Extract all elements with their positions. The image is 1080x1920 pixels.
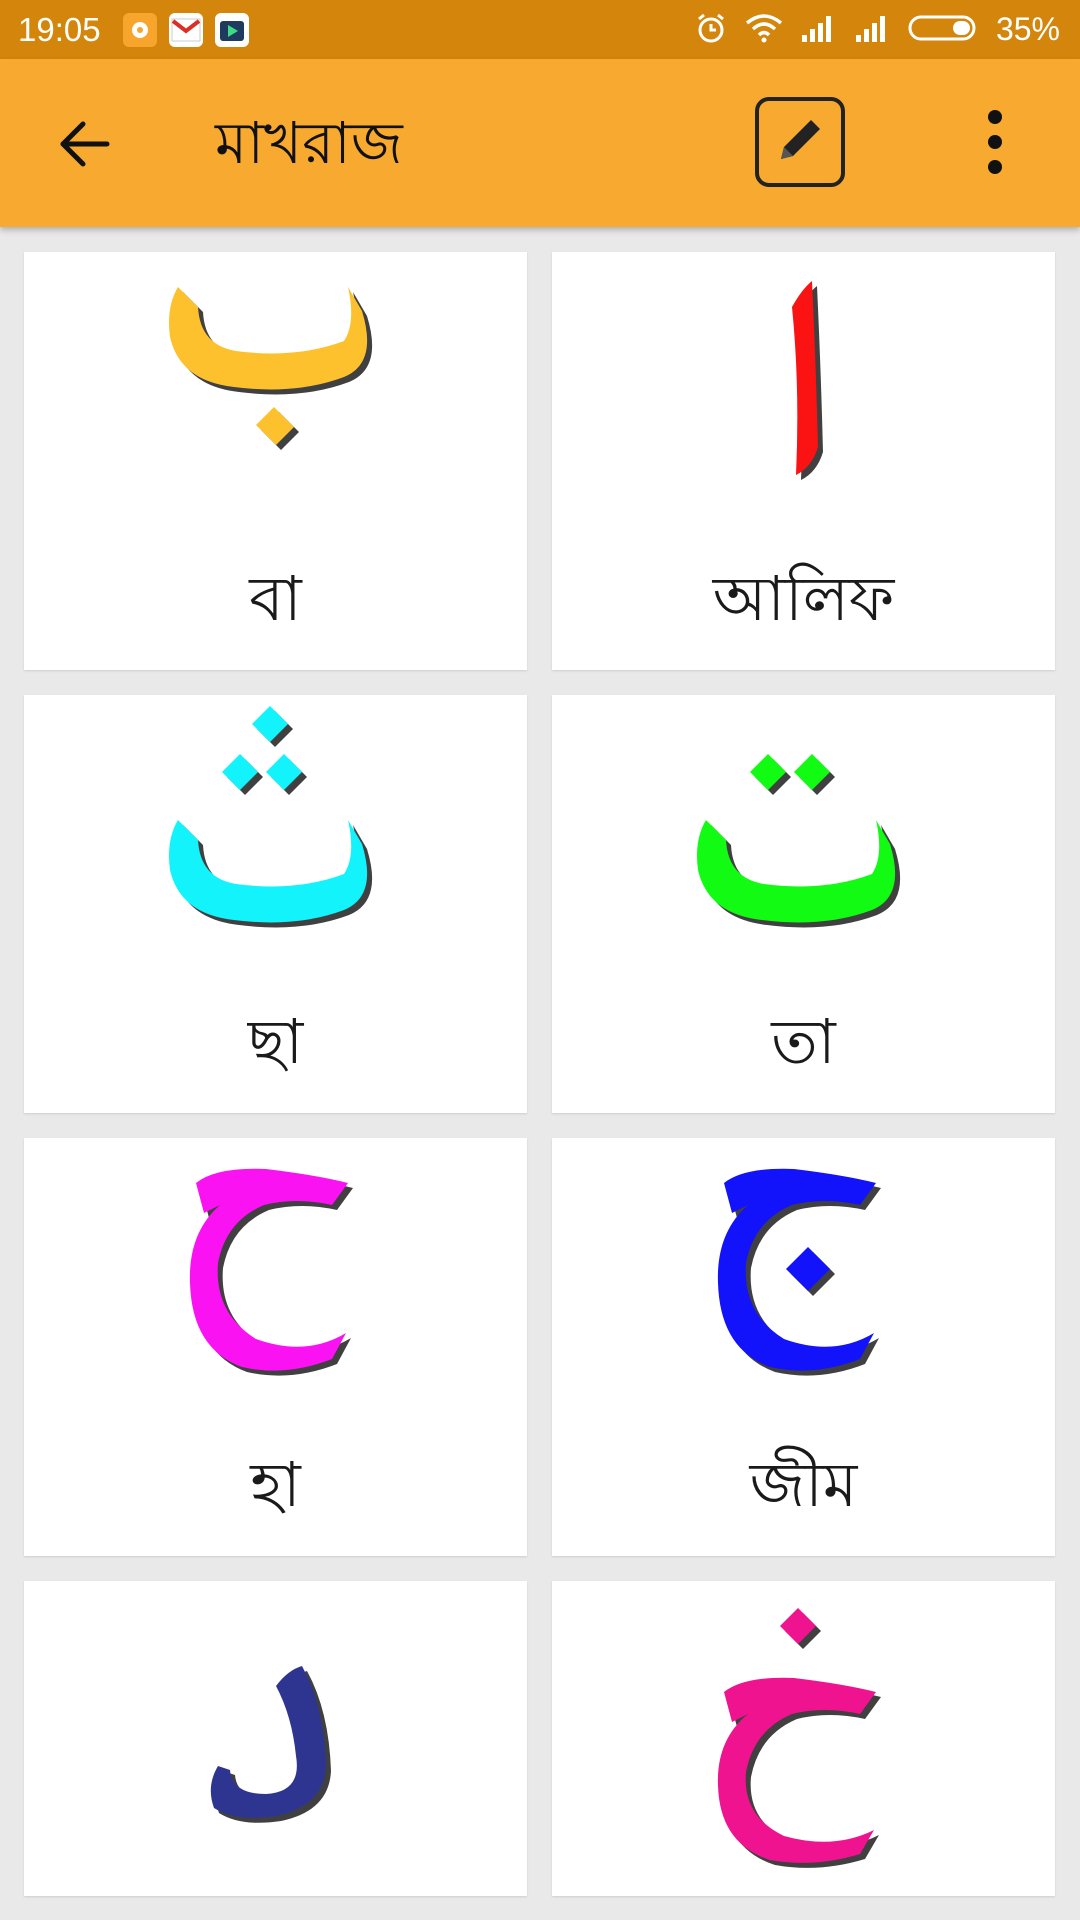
status-bar: 19:05 35% [0,0,1080,59]
gmail-icon [168,12,203,47]
arabic-letter [24,705,527,955]
letter-shape [717,1168,876,1371]
wifi-icon [744,13,784,47]
letter-shape [696,754,895,923]
letter-shape [168,706,367,923]
letter-shape [210,1666,326,1818]
arrow-back-icon [57,116,113,176]
chat-notification-icon [122,12,157,47]
back-button[interactable] [50,111,120,181]
letter-card-ha[interactable]: হা [24,1138,527,1556]
arabic-letter [24,262,527,512]
letter-card-alif[interactable]: আলিফ [552,252,1055,670]
letter-card-ba[interactable]: বা [24,252,527,670]
pencil-icon [771,111,829,173]
letter-card-jim[interactable]: জীম [552,1138,1055,1556]
letter-card-tha[interactable]: ছা [24,695,527,1113]
page-title: মাখরাজ [215,109,403,177]
letter-grid: বা আলিফ ছা তা হা জীম [24,252,1055,1896]
letter-shape [717,1608,876,1863]
letter-name: তা [771,1005,836,1078]
letter-name: বা [249,562,302,635]
letter-name: জীম [749,1448,858,1521]
app-bar: মাখরাজ [0,59,1080,227]
battery-icon [908,13,980,47]
arabic-letter [552,1608,1055,1868]
letter-name: আলিফ [712,562,895,635]
status-time: 19:05 [18,10,101,48]
arabic-letter [552,1148,1055,1398]
more-vert-icon [985,107,1005,181]
signal-icon [800,13,838,47]
letter-card-dal[interactable] [24,1581,527,1896]
alarm-icon [694,11,728,49]
letter-shape [189,1168,348,1371]
letter-card-ta[interactable]: তা [552,695,1055,1113]
arabic-letter [24,1148,527,1398]
arabic-letter [552,262,1055,512]
edit-button[interactable] [755,97,845,187]
letter-card-kha[interactable] [552,1581,1055,1896]
arabic-letter [24,1641,527,1891]
battery-percent: 35% [995,11,1060,47]
arabic-letter [552,705,1055,955]
letter-name: ছা [247,1005,304,1078]
letter-name: হা [250,1448,301,1521]
play-store-icon [214,12,249,47]
signal-icon [854,13,892,47]
more-options-button[interactable] [965,104,1025,184]
